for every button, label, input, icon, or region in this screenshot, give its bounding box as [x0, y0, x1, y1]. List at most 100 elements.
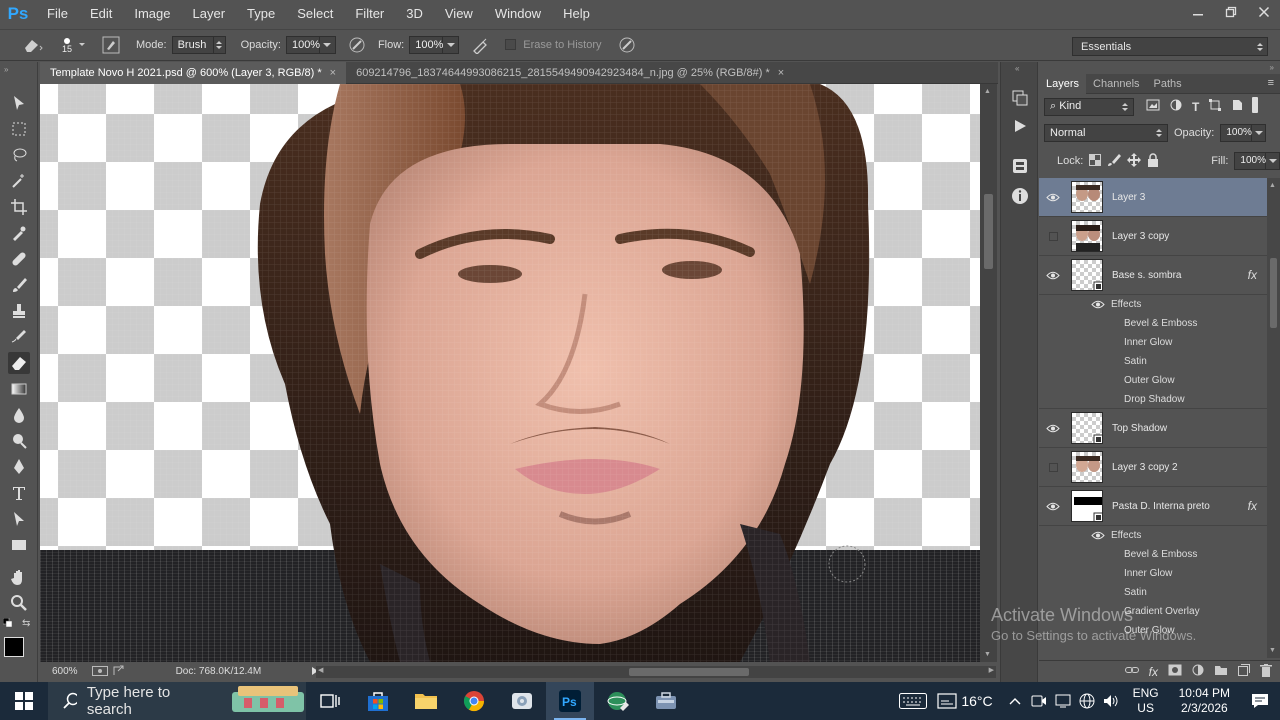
tab-layers[interactable]: Layers [1039, 74, 1087, 94]
touch-keyboard-icon[interactable] [893, 682, 933, 720]
filter-adjustment-icon[interactable] [1170, 99, 1182, 114]
pressure-size-icon[interactable] [618, 36, 636, 54]
blur-tool[interactable] [8, 404, 30, 426]
zoom-level[interactable]: 600% [52, 666, 78, 677]
opacity-input[interactable]: 100% [285, 36, 336, 54]
foreground-color-swatch[interactable] [4, 637, 24, 657]
browser-globe-button[interactable] [594, 682, 642, 720]
menu-edit[interactable]: Edit [79, 0, 123, 28]
path-selection-tool[interactable] [8, 508, 30, 530]
fill-input[interactable]: 100% [1234, 152, 1280, 170]
effect-bevel-emboss[interactable]: Bevel & Emboss [1039, 545, 1267, 564]
tab-template-psd[interactable]: Template Novo H 2021.psd @ 600% (Layer 3… [40, 62, 347, 84]
swap-colors-icon[interactable]: ⇆ [22, 618, 30, 629]
menu-image[interactable]: Image [123, 0, 181, 28]
menu-file[interactable]: File [36, 0, 79, 28]
quick-selection-tool[interactable] [8, 170, 30, 192]
pressure-opacity-icon[interactable] [348, 36, 366, 54]
lock-position-move-icon[interactable] [1127, 152, 1142, 170]
close-tab-icon[interactable]: × [330, 62, 336, 84]
healing-brush-tool[interactable] [8, 248, 30, 270]
layer-effects-fx-icon[interactable]: fx [1248, 499, 1257, 513]
temperature[interactable]: 16°C [961, 693, 992, 709]
effect-satin[interactable]: Satin [1039, 583, 1267, 602]
layer-effects-fx-icon[interactable]: fx [1248, 268, 1257, 282]
visibility-eye-icon[interactable] [1039, 502, 1067, 511]
effect-inner-glow[interactable]: Inner Glow [1039, 564, 1267, 583]
restore-button[interactable] [1214, 0, 1247, 24]
chrome-button[interactable] [450, 682, 498, 720]
tab-channels[interactable]: Channels [1086, 74, 1146, 94]
menu-window[interactable]: Window [484, 0, 552, 28]
rectangle-tool[interactable] [8, 534, 30, 556]
start-button[interactable] [0, 682, 48, 720]
filter-toggle-icon[interactable] [1251, 97, 1259, 116]
microsoft-store-button[interactable] [354, 682, 402, 720]
move-tool[interactable] [8, 92, 30, 114]
show-hidden-icons-chevron-icon[interactable] [1003, 682, 1027, 720]
tab-jpg-image[interactable]: 609214796_18374644993086215_281554949094… [346, 62, 794, 84]
brush-panel-toggle-icon[interactable] [102, 36, 120, 54]
visibility-eye-icon[interactable] [1039, 193, 1067, 202]
eyedropper-tool[interactable] [8, 222, 30, 244]
menu-view[interactable]: View [434, 0, 484, 28]
layers-scroll-down-icon[interactable]: ▼ [1269, 647, 1276, 654]
properties-panel-icon[interactable] [1010, 156, 1030, 176]
brush-size-picker[interactable]: 15 [62, 37, 72, 54]
filter-pixel-icon[interactable] [1146, 99, 1160, 114]
canvas-horizontal-scrollbar[interactable]: ◀ ▶ [316, 666, 996, 678]
layer-row-layer-3-copy-2[interactable]: Layer 3 copy 2 [1039, 448, 1267, 487]
visibility-eye-icon[interactable] [1039, 424, 1067, 433]
tab-paths[interactable]: Paths [1147, 74, 1189, 94]
crop-tool[interactable] [8, 196, 30, 218]
blend-mode-select[interactable]: Normal [1044, 124, 1168, 142]
layer-opacity-input[interactable]: 100% [1220, 124, 1267, 142]
file-explorer-button[interactable] [402, 682, 450, 720]
layer-row-layer-3-copy[interactable]: Layer 3 copy [1039, 217, 1267, 256]
delete-layer-trash-icon[interactable] [1260, 663, 1272, 680]
add-mask-icon[interactable] [1168, 664, 1182, 679]
dodge-tool[interactable] [8, 430, 30, 452]
scroll-up-icon[interactable]: ▲ [984, 88, 991, 95]
layer-row-pasta-d-interna-preto[interactable]: Pasta D. Interna preto fx [1039, 487, 1267, 526]
language-globe-icon[interactable] [1075, 682, 1099, 720]
marquee-tool[interactable] [8, 118, 30, 140]
layer-row-top-shadow[interactable]: Top Shadow [1039, 409, 1267, 448]
flow-input[interactable]: 100% [409, 36, 460, 54]
layer-row-layer-3[interactable]: Layer 3 [1039, 178, 1267, 217]
mode-select[interactable]: Brush [171, 36, 226, 54]
effect-inner-glow[interactable]: Inner Glow [1039, 333, 1267, 352]
layer-row-base-s-sombra[interactable]: Base s. sombra fx [1039, 256, 1267, 295]
app-button-generic[interactable] [498, 682, 546, 720]
pen-tool[interactable] [8, 456, 30, 478]
hand-tool[interactable] [8, 566, 30, 588]
menu-3d[interactable]: 3D [395, 0, 434, 28]
taskbar-clock[interactable]: 10:04 PM 2/3/2026 [1179, 686, 1230, 716]
scroll-down-icon[interactable]: ▼ [984, 651, 991, 658]
close-tab-icon[interactable]: × [778, 62, 784, 84]
minimize-button[interactable] [1181, 0, 1214, 24]
filter-shape-icon[interactable] [1209, 99, 1222, 114]
input-language-indicator[interactable]: ENG US [1133, 686, 1159, 716]
lock-pixels-brush-icon[interactable] [1107, 153, 1122, 170]
scroll-right-icon[interactable]: ▶ [989, 666, 994, 674]
menu-layer[interactable]: Layer [182, 0, 237, 28]
clone-stamp-tool[interactable] [8, 300, 30, 322]
menu-select[interactable]: Select [286, 0, 344, 28]
new-layer-icon[interactable] [1238, 664, 1250, 679]
export-icon[interactable] [112, 665, 124, 677]
horizontal-scroll-thumb[interactable] [629, 668, 749, 676]
workspace-select[interactable]: Essentials [1072, 37, 1268, 56]
gradient-tool[interactable] [8, 378, 30, 400]
collapse-panel-icon[interactable]: » [1270, 63, 1274, 72]
history-brush-tool[interactable] [8, 326, 30, 348]
lock-transparent-icon[interactable] [1089, 153, 1102, 169]
new-adjustment-layer-icon[interactable] [1192, 664, 1204, 679]
lasso-tool[interactable] [8, 144, 30, 166]
zoom-tool[interactable] [8, 592, 30, 614]
layers-scroll-up-icon[interactable]: ▲ [1269, 182, 1276, 189]
effects-header[interactable]: Effects [1039, 526, 1267, 545]
collapse-dock-icon[interactable]: « [1015, 64, 1019, 73]
canvas-vertical-scrollbar[interactable]: ▲ ▼ [980, 84, 997, 662]
menu-filter[interactable]: Filter [344, 0, 395, 28]
